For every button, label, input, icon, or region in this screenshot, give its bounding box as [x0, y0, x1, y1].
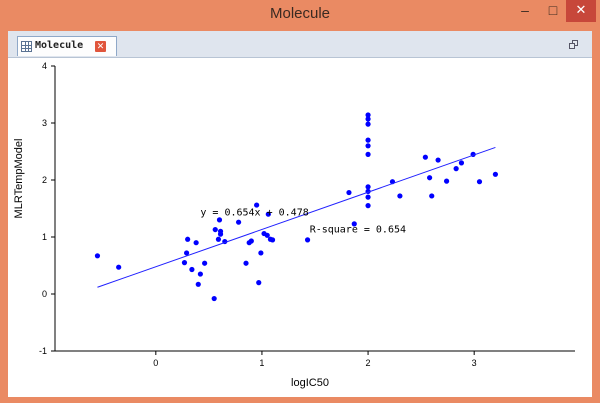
- data-point: [397, 193, 403, 199]
- x-tick-label: 3: [472, 358, 477, 368]
- window-title: Molecule: [269, 5, 331, 22]
- data-point: [365, 137, 371, 143]
- data-point: [258, 250, 264, 256]
- scatter-chart: 0 1 2 3 -1 0 1 2 3 4 logIC50 MLRTempModel y = 0.6…: [13, 61, 575, 389]
- equation-annotation: y = 0.654x + 0.478: [200, 207, 308, 218]
- axes: [54, 66, 575, 352]
- data-point: [211, 295, 217, 302]
- data-point: [185, 236, 191, 242]
- close-button[interactable]: ✕: [566, 0, 596, 22]
- y-tick-label: 3: [42, 118, 47, 128]
- y-tick-label: 2: [42, 175, 47, 185]
- data-point: [435, 157, 441, 163]
- data-point: [429, 193, 435, 199]
- data-point: [202, 260, 208, 266]
- minimize-button[interactable]: –: [512, 0, 538, 22]
- data-point: [443, 178, 450, 184]
- data-point: [248, 238, 254, 244]
- chart-panel: 0 1 2 3 -1 0 1 2 3 4 logIC50 MLRTempModel y = 0.6…: [8, 57, 592, 397]
- data-point: [215, 236, 222, 242]
- data-point: [181, 260, 188, 266]
- data-point: [197, 271, 203, 277]
- data-point: [304, 237, 311, 243]
- data-point: [243, 260, 249, 266]
- data-point: [453, 166, 459, 172]
- data-point: [365, 121, 371, 127]
- data-point: [365, 203, 371, 209]
- client-area: Molecule ✕ 0 1 2 3 -1 0 1 2 3 4 logIC50 MLRTempMo…: [8, 31, 592, 397]
- data-point: [365, 184, 371, 190]
- data-point: [269, 237, 276, 243]
- data-point: [189, 266, 195, 273]
- table-icon: [21, 41, 32, 52]
- data-point: [94, 253, 101, 259]
- tab-label: Molecule: [35, 40, 84, 51]
- x-tick-label: 1: [259, 358, 264, 368]
- data-point: [365, 143, 371, 149]
- tab-close-icon[interactable]: ✕: [95, 41, 106, 52]
- data-point: [422, 154, 428, 160]
- r-square-annotation: R-square = 0.654: [310, 224, 406, 235]
- data-point: [235, 219, 242, 225]
- data-point: [458, 160, 465, 166]
- data-point: [193, 240, 199, 246]
- y-tick-label: 4: [42, 61, 47, 71]
- data-point: [195, 281, 201, 287]
- x-tick-label: 2: [366, 358, 371, 368]
- y-axis-label: MLRTempModel: [13, 139, 25, 219]
- data-point: [116, 264, 122, 270]
- data-point: [212, 226, 218, 233]
- x-axis-label: logIC50: [291, 377, 329, 389]
- y-tick-label: 1: [42, 232, 47, 242]
- maximize-button[interactable]: □: [540, 0, 566, 22]
- molecule-window: Molecule – □ ✕ Molecule ✕ 0 1 2 3 -1 0 1 2 3 4 lo…: [0, 0, 600, 403]
- data-point: [427, 175, 433, 181]
- x-tick-label: 0: [153, 358, 158, 368]
- data-point: [346, 189, 352, 196]
- data-point: [365, 194, 371, 200]
- title-bar[interactable]: Molecule – □ ✕: [0, 0, 600, 30]
- data-point: [256, 280, 262, 286]
- y-tick-label: 0: [42, 289, 47, 299]
- tab-bar: Molecule ✕: [8, 31, 592, 57]
- y-tick-label: -1: [39, 346, 47, 356]
- data-point: [365, 112, 371, 118]
- restore-icon[interactable]: [569, 40, 579, 50]
- data-point: [365, 151, 371, 157]
- data-point: [492, 171, 499, 177]
- tab-molecule[interactable]: Molecule ✕: [17, 36, 117, 56]
- data-point: [217, 228, 224, 234]
- data-point: [476, 179, 483, 185]
